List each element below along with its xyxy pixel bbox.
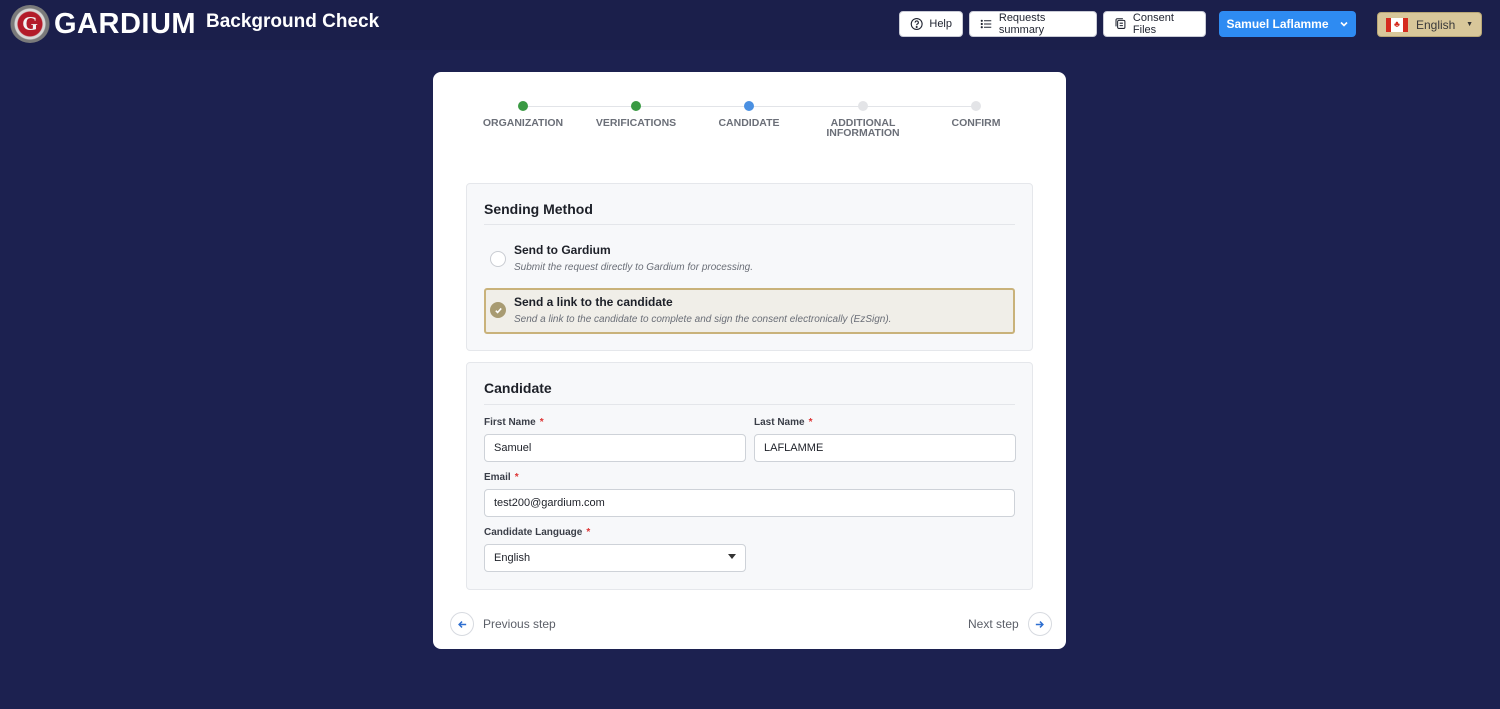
previous-step-label: Previous step: [483, 617, 556, 631]
top-navbar: G GARDIUM Background Check Help Requests…: [0, 0, 1500, 50]
label-text: Candidate Language: [484, 527, 583, 538]
first-name-field[interactable]: Samuel: [484, 434, 746, 462]
caret-down-icon: [728, 554, 736, 559]
sending-method-section: Sending Method Send to Gardium Submit th…: [466, 183, 1033, 351]
arrow-left-icon: [450, 612, 474, 636]
label-text: Last Name: [754, 417, 805, 428]
candidate-section: Candidate First Name * Samuel Last Name * …: [466, 362, 1033, 590]
language-label: English: [1416, 17, 1456, 32]
step-dot: [858, 101, 868, 111]
list-icon: [980, 19, 992, 29]
candidate-language-select[interactable]: English: [484, 544, 746, 572]
arrow-right-icon: [1027, 612, 1052, 636]
last-name-field[interactable]: LAFLAMME: [754, 434, 1016, 462]
question-circle-icon: [910, 18, 923, 30]
logo-letter: G: [22, 13, 38, 35]
step-dot: [744, 101, 754, 111]
step-candidate[interactable]: CANDIDATE: [689, 100, 809, 128]
files-icon: [1115, 18, 1126, 29]
gardium-seal-icon: G: [10, 5, 50, 43]
check-icon: [494, 307, 502, 314]
required-mark: *: [514, 472, 519, 483]
requests-summary-button[interactable]: Requests summary: [969, 11, 1097, 37]
option-subtitle: Send a link to the candidate to complete…: [514, 314, 892, 325]
candidate-language-label: Candidate Language *: [484, 527, 590, 538]
step-label: CANDIDATE: [718, 117, 780, 129]
chevron-down-icon: [1339, 21, 1348, 27]
radio-unchecked[interactable]: [490, 251, 506, 267]
request-form-card: ORGANIZATION VERIFICATIONS CANDIDATE ADD…: [433, 72, 1066, 649]
email-field[interactable]: test200@gardium.com: [484, 489, 1015, 517]
gardium-logo[interactable]: G GARDIUM: [10, 5, 196, 43]
first-name-label: First Name *: [484, 417, 544, 428]
option-subtitle: Submit the request directly to Gardium f…: [514, 262, 753, 273]
user-menu-button[interactable]: Samuel Laflamme: [1219, 11, 1356, 37]
requests-summary-label: Requests summary: [998, 12, 1046, 36]
step-label: ADDITIONAL INFORMATION: [826, 117, 900, 139]
canada-flag-icon: ♣: [1386, 17, 1408, 32]
label-text: First Name: [484, 417, 536, 428]
step-label: CONFIRM: [951, 117, 1001, 129]
send-link-option[interactable]: Send a link to the candidate Send a link…: [484, 288, 1015, 334]
user-name: Samuel Laflamme: [1226, 17, 1329, 31]
required-mark: *: [539, 417, 544, 428]
previous-step-button[interactable]: Previous step: [450, 612, 556, 636]
consent-files-button[interactable]: Consent Files: [1103, 11, 1206, 37]
email-label: Email *: [484, 472, 519, 483]
last-name-label: Last Name *: [754, 417, 812, 428]
option-title: Send a link to the candidate: [514, 295, 673, 309]
help-label: Help: [929, 18, 952, 30]
send-to-gardium-option[interactable]: Send to Gardium Submit the request direc…: [484, 237, 1015, 283]
step-organization[interactable]: ORGANIZATION: [463, 100, 583, 128]
progress-stepper: ORGANIZATION VERIFICATIONS CANDIDATE ADD…: [433, 100, 1066, 160]
step-dot: [631, 101, 641, 111]
option-title: Send to Gardium: [514, 243, 611, 257]
caret-down-icon: ▼: [1466, 21, 1473, 28]
consent-files-label: Consent Files: [1132, 12, 1174, 36]
section-title: Candidate: [484, 380, 552, 396]
step-label: ORGANIZATION: [482, 117, 564, 129]
app-title: Background Check: [206, 11, 380, 32]
required-mark: *: [808, 417, 813, 428]
step-dot: [518, 101, 528, 111]
help-button[interactable]: Help: [899, 11, 963, 37]
select-value: English: [494, 552, 531, 564]
language-selector[interactable]: ♣ English ▼: [1377, 12, 1482, 37]
step-confirm[interactable]: CONFIRM: [916, 100, 1036, 128]
divider: [484, 404, 1015, 405]
divider: [484, 224, 1015, 225]
step-additional-information[interactable]: ADDITIONAL INFORMATION: [803, 100, 923, 138]
section-title: Sending Method: [484, 201, 593, 217]
step-verifications[interactable]: VERIFICATIONS: [576, 100, 696, 128]
label-text: Email: [484, 472, 511, 483]
step-dot: [971, 101, 981, 111]
logo-text: GARDIUM: [54, 7, 197, 40]
radio-checked[interactable]: [490, 302, 506, 318]
step-label: VERIFICATIONS: [595, 117, 677, 129]
next-step-button[interactable]: Next step: [968, 612, 1052, 636]
required-mark: *: [586, 527, 591, 538]
next-step-label: Next step: [968, 617, 1019, 631]
